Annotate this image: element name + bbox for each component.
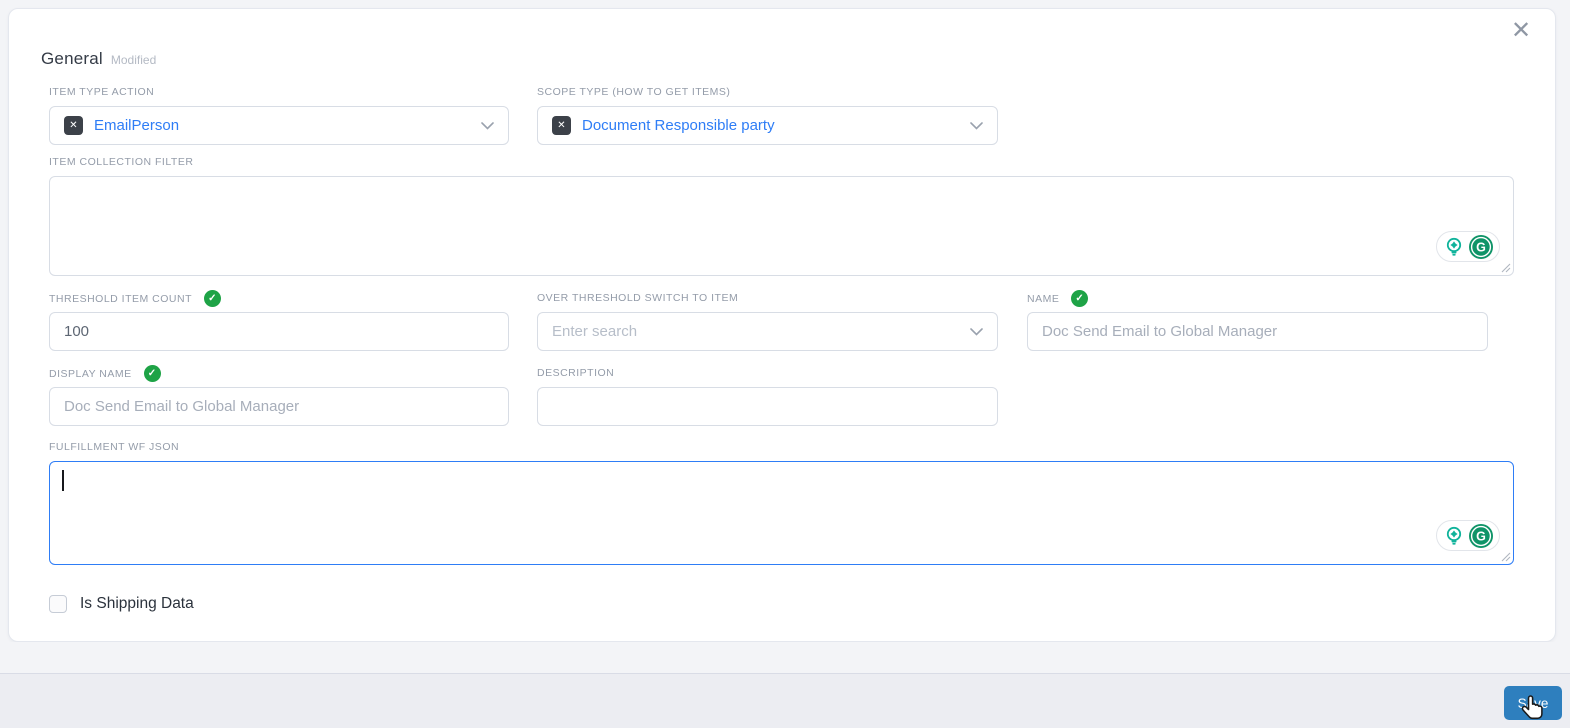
- item-collection-filter-textarea[interactable]: [49, 176, 1514, 276]
- svg-text:G: G: [1476, 529, 1486, 543]
- description-label: DESCRIPTION: [537, 367, 615, 379]
- grammarly-widget[interactable]: G: [1436, 231, 1500, 262]
- item-type-action-label: ITEM TYPE ACTION: [49, 86, 155, 98]
- threshold-item-count-input[interactable]: [49, 312, 509, 351]
- name-label: NAME ✓: [1027, 290, 1089, 307]
- valid-check-icon: ✓: [204, 290, 222, 307]
- fulfillment-wf-json-field: G: [49, 461, 1514, 565]
- grammarly-icon: G: [1469, 234, 1493, 259]
- dialog-header: General Modified: [41, 49, 156, 69]
- selected-scope-type: Document Responsible party: [582, 117, 775, 134]
- display-name-input[interactable]: [49, 387, 509, 426]
- threshold-item-count-label: THRESHOLD ITEM COUNT ✓: [49, 290, 222, 307]
- is-shipping-data-row[interactable]: Is Shipping Data: [49, 595, 194, 613]
- general-settings-dialog: ✕ General Modified ITEM TYPE ACTION SCOP…: [0, 0, 1570, 728]
- valid-check-icon: ✓: [1071, 290, 1089, 307]
- grammarly-widget[interactable]: G: [1436, 520, 1500, 551]
- dialog-backdrop: [0, 642, 1570, 673]
- display-name-label: DISPLAY NAME ✓: [49, 365, 161, 382]
- close-icon[interactable]: ✕: [1507, 17, 1535, 45]
- suggestion-bulb-icon: [1446, 237, 1462, 256]
- remove-tag-icon[interactable]: ✕: [64, 116, 83, 135]
- is-shipping-data-label: Is Shipping Data: [80, 595, 194, 612]
- modified-badge: Modified: [110, 53, 157, 67]
- footer-bar: [0, 673, 1570, 728]
- resize-handle-icon[interactable]: [1501, 552, 1511, 562]
- search-placeholder: Enter search: [552, 323, 638, 340]
- remove-tag-icon[interactable]: ✕: [552, 116, 571, 135]
- description-input[interactable]: [537, 387, 998, 426]
- name-input[interactable]: [1027, 312, 1488, 351]
- page-title: General: [41, 49, 103, 68]
- suggestion-bulb-icon: [1446, 526, 1462, 545]
- item-type-action-select[interactable]: ✕ EmailPerson: [49, 106, 509, 145]
- chevron-down-icon: [481, 121, 494, 130]
- scope-type-select[interactable]: ✕ Document Responsible party: [537, 106, 998, 145]
- item-collection-filter-field: G: [49, 176, 1514, 276]
- svg-text:G: G: [1476, 240, 1486, 254]
- selected-item-type: EmailPerson: [94, 117, 180, 134]
- chevron-down-icon: [970, 121, 983, 130]
- fulfillment-wf-json-textarea[interactable]: [49, 461, 1514, 565]
- scope-type-label: SCOPE TYPE (HOW TO GET ITEMS): [537, 86, 731, 98]
- grammarly-icon: G: [1469, 523, 1493, 548]
- save-button[interactable]: Save: [1504, 686, 1562, 720]
- dialog-card: ✕ General Modified ITEM TYPE ACTION SCOP…: [8, 8, 1556, 642]
- text-caret: [62, 470, 64, 491]
- fulfillment-wf-json-label: FULFILLMENT WF JSON: [49, 441, 180, 453]
- chevron-down-icon: [970, 327, 983, 336]
- is-shipping-data-checkbox[interactable]: [49, 595, 67, 613]
- over-threshold-select[interactable]: Enter search: [537, 312, 998, 351]
- over-threshold-label: OVER THRESHOLD SWITCH TO ITEM: [537, 292, 739, 304]
- item-collection-filter-label: ITEM COLLECTION FILTER: [49, 156, 194, 168]
- valid-check-icon: ✓: [143, 365, 161, 382]
- resize-handle-icon[interactable]: [1501, 263, 1511, 273]
